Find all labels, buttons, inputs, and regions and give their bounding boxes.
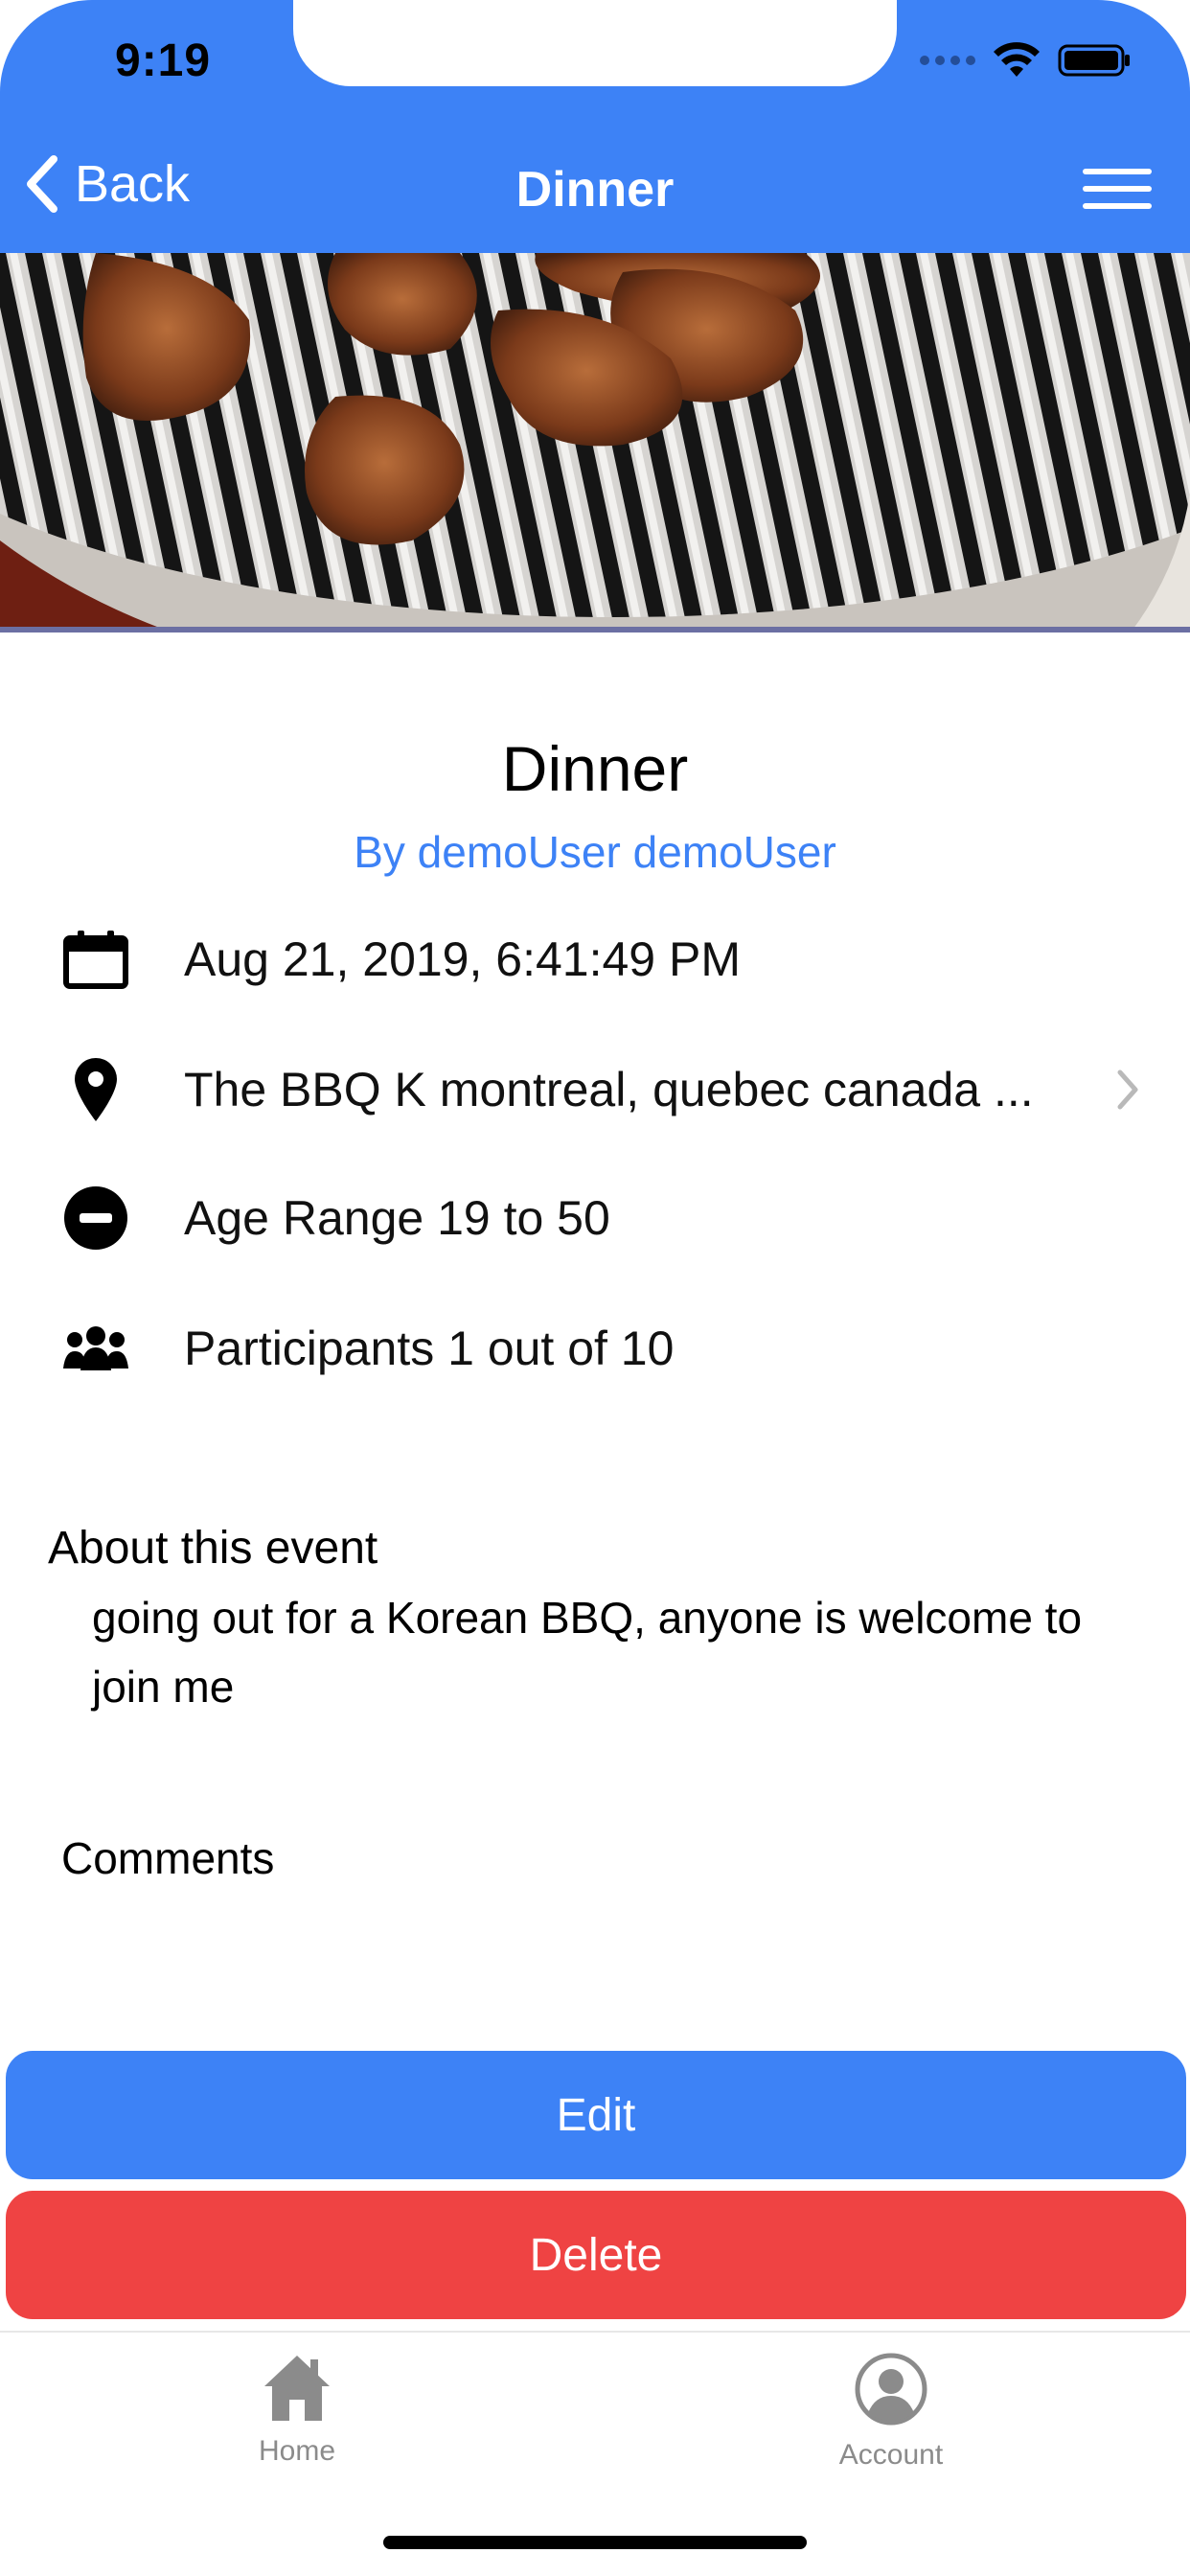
delete-button[interactable]: Delete	[6, 2191, 1186, 2319]
comments-heading: Comments	[61, 1833, 275, 1883]
event-location: The BBQ K montreal, quebec canada ...	[184, 1063, 1034, 1116]
battery-icon	[1058, 44, 1130, 77]
chevron-right-icon	[1104, 1069, 1152, 1111]
status-time: 9:19	[115, 35, 212, 86]
about-heading: About this event	[48, 1523, 378, 1574]
event-date: Aug 21, 2019, 6:41:49 PM	[184, 932, 741, 986]
nav-title: Dinner	[515, 162, 675, 218]
event-organizer-link[interactable]: By demoUser demoUser	[0, 826, 1190, 878]
group-icon	[57, 1310, 134, 1387]
location-pin-icon	[57, 1051, 134, 1128]
tab-home[interactable]: Home	[153, 2352, 441, 2468]
event-participants-row: Participants 1 out of 10	[57, 1305, 1152, 1392]
event-detail-screen: 9:19 Back Dinner Dinner By demoUser demo…	[0, 0, 1190, 2576]
signal-icon	[920, 56, 975, 65]
event-location-row[interactable]: The BBQ K montreal, quebec canada ...	[57, 1046, 1152, 1133]
tab-account-label: Account	[838, 2439, 944, 2471]
header-bar: 9:19 Back Dinner	[0, 0, 1190, 253]
event-date-row: Aug 21, 2019, 6:41:49 PM	[57, 916, 1152, 1002]
account-icon	[855, 2353, 927, 2426]
grill-photo	[0, 253, 1190, 632]
tab-home-label: Home	[258, 2435, 336, 2467]
device-notch	[293, 0, 897, 86]
tab-account[interactable]: Account	[747, 2352, 1035, 2472]
event-age-range: Age Range 19 to 50	[184, 1191, 610, 1245]
event-participants: Participants 1 out of 10	[184, 1322, 675, 1375]
minus-circle-icon	[57, 1180, 134, 1256]
event-age-range-row: Age Range 19 to 50	[57, 1175, 1152, 1261]
event-image	[0, 253, 1190, 632]
wifi-icon	[994, 42, 1040, 77]
event-title: Dinner	[501, 733, 689, 804]
edit-button[interactable]: Edit	[6, 2051, 1186, 2179]
menu-icon[interactable]	[1083, 169, 1152, 209]
home-indicator	[383, 2536, 807, 2549]
about-body: going out for a Korean BBQ, anyone is we…	[92, 1593, 1083, 1712]
home-icon	[264, 2356, 330, 2421]
calendar-icon	[57, 921, 134, 998]
status-icons	[920, 42, 1133, 79]
